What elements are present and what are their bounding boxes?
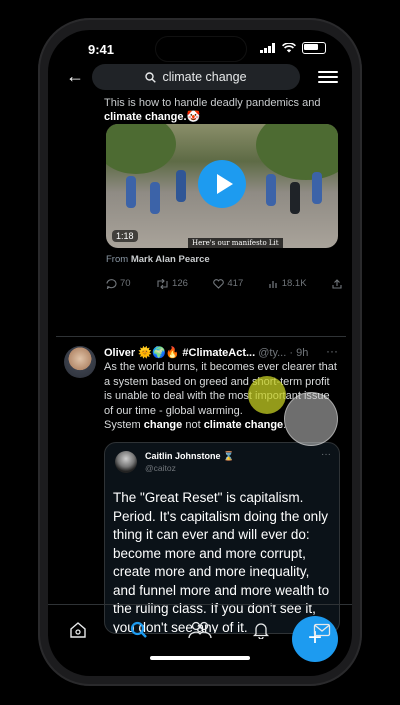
phone-screen: 9:41 ← climate change This is how to han…	[48, 30, 352, 676]
retweet-icon	[157, 278, 168, 289]
quoted-avatar	[115, 451, 137, 473]
search-icon	[145, 71, 157, 83]
retweet-button[interactable]: 126	[156, 278, 188, 289]
views-chart-icon	[269, 280, 277, 288]
share-button[interactable]	[332, 278, 342, 289]
signal-icon	[260, 43, 275, 53]
quoted-author-handle: @caitoz	[145, 463, 176, 473]
reply-button[interactable]: 70	[106, 278, 131, 289]
views-button[interactable]: 18.1K	[269, 278, 307, 289]
quoted-more-icon[interactable]: ···	[321, 449, 331, 460]
notifications-icon	[252, 623, 269, 639]
search-input[interactable]: climate change	[92, 64, 300, 90]
search-header: ← climate change	[48, 64, 352, 92]
home-indicator[interactable]	[150, 656, 250, 660]
status-time: 9:41	[88, 42, 115, 57]
tab-communities[interactable]	[185, 615, 215, 645]
tweet-time: 9h	[296, 347, 309, 359]
share-icon	[332, 278, 342, 289]
bottom-tab-bar	[48, 604, 352, 655]
video-caption: Here's our manifesto Lit	[188, 238, 283, 248]
tweet-video[interactable]: 1:18 Here's our manifesto Lit	[106, 124, 338, 248]
tab-home[interactable]	[63, 615, 93, 645]
tweet-header: Oliver 🌞🌍🔥 #ClimateAct... @ty... · 9h	[104, 347, 309, 359]
timeline: This is how to handle deadly pandemics a…	[48, 96, 352, 662]
more-options-icon[interactable]: ···	[326, 344, 338, 358]
home-icon	[70, 622, 87, 638]
tab-search[interactable]	[124, 615, 154, 645]
touch-indicator	[284, 392, 338, 446]
quoted-author-name: Caitlin Johnstone ⌛	[145, 451, 235, 461]
battery-icon	[302, 42, 326, 54]
tweet-author-handle: @ty...	[258, 347, 287, 359]
reply-icon	[106, 278, 117, 289]
tweet-divider	[56, 336, 346, 337]
heart-icon	[213, 278, 225, 289]
search-query: climate change	[162, 70, 247, 84]
filter-sliders-icon[interactable]	[318, 68, 338, 86]
communities-icon	[188, 621, 212, 639]
search-icon	[131, 621, 148, 638]
dynamic-island	[155, 36, 247, 62]
play-button-icon[interactable]	[198, 160, 246, 208]
back-arrow-icon[interactable]: ←	[66, 66, 84, 87]
touch-indicator	[248, 376, 286, 414]
tweet-actions: 70 126 417 18.1K	[106, 278, 342, 289]
tweet-author-name[interactable]: Oliver	[104, 347, 135, 359]
video-duration: 1:18	[112, 230, 138, 242]
tweet-text: This is how to handle deadly pandemics a…	[104, 97, 321, 123]
avatar[interactable]	[64, 346, 96, 378]
messages-icon	[313, 623, 330, 637]
tab-messages[interactable]	[307, 615, 337, 645]
status-icons	[260, 42, 326, 54]
wifi-icon	[282, 43, 296, 53]
tab-notifications[interactable]	[246, 615, 276, 645]
video-source[interactable]: From Mark Alan Pearce	[106, 254, 210, 265]
like-button[interactable]: 417	[213, 278, 243, 289]
